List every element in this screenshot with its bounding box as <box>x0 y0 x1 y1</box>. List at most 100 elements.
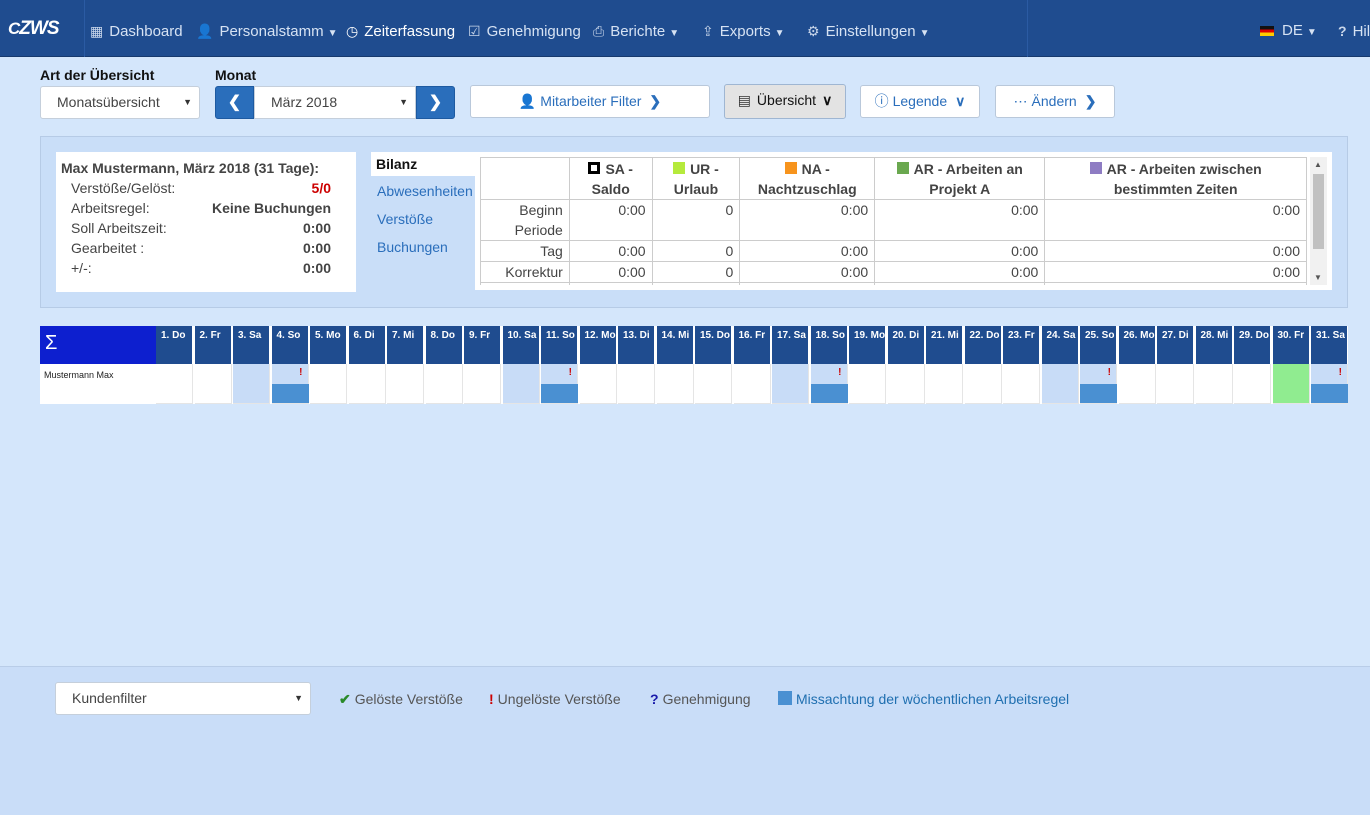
day-header[interactable]: 12. Mo <box>579 326 617 364</box>
day-cell[interactable] <box>1272 364 1310 404</box>
uebersicht-label: Übersicht <box>756 92 817 108</box>
bilanz-cell: 0:00 <box>874 240 1046 262</box>
sigma-header[interactable]: Σ <box>40 326 156 364</box>
day-header[interactable]: 6. Di <box>348 326 386 364</box>
checkmark-icon: ✔ <box>339 691 351 707</box>
day-cell[interactable] <box>348 364 386 404</box>
day-header[interactable]: 16. Fr <box>733 326 771 364</box>
nav-exports[interactable]: ⇪ Exports ▼ <box>702 0 785 57</box>
day-cell[interactable] <box>695 364 732 404</box>
day-header[interactable]: 15. Do <box>695 326 732 364</box>
day-header[interactable]: 7. Mi <box>387 326 424 364</box>
weekly-rule-violation-bar <box>541 384 578 403</box>
day-header[interactable]: 4. So <box>271 326 309 364</box>
day-header[interactable]: 9. Fr <box>464 326 501 364</box>
bilanz-cell: 0:00 <box>568 261 653 283</box>
day-cell[interactable] <box>887 364 925 404</box>
day-cell[interactable] <box>772 364 809 404</box>
day-header[interactable]: 22. Do <box>964 326 1002 364</box>
day-header[interactable]: 11. So <box>541 326 578 364</box>
day-header[interactable]: 25. So <box>1080 326 1117 364</box>
day-cell[interactable] <box>1234 364 1271 404</box>
day-header[interactable]: 28. Mi <box>1195 326 1233 364</box>
day-cell[interactable] <box>194 364 232 404</box>
day-cell[interactable] <box>849 364 886 404</box>
day-header[interactable]: 8. Do <box>425 326 463 364</box>
day-header[interactable]: 10. Sa <box>502 326 540 364</box>
nav-einstellungen[interactable]: ⚙ Einstellungen ▼ <box>807 0 930 57</box>
day-cell[interactable] <box>156 364 193 404</box>
prev-month-button[interactable]: ❮ <box>215 86 254 119</box>
uebersicht-button[interactable]: ▤ Übersicht ∨ <box>724 84 846 119</box>
day-header[interactable]: 20. Di <box>887 326 925 364</box>
day-header[interactable]: 31. Sa <box>1311 326 1348 364</box>
day-header[interactable]: 3. Sa <box>233 326 270 364</box>
brand-logo[interactable]: CZWS <box>8 18 60 40</box>
day-header[interactable]: 17. Sa <box>772 326 809 364</box>
day-cell[interactable] <box>926 364 963 404</box>
next-month-button[interactable]: ❯ <box>416 86 455 119</box>
art-select[interactable]: Monatsübersicht ▼ <box>40 86 200 119</box>
day-header[interactable]: 13. Di <box>618 326 655 364</box>
tab-verstoesse[interactable]: Verstöße <box>377 211 433 227</box>
language-selector[interactable]: DE ▼ <box>1260 0 1317 57</box>
user-icon: 👤 <box>518 93 537 109</box>
day-header[interactable]: 21. Mi <box>926 326 963 364</box>
day-cell[interactable] <box>964 364 1002 404</box>
day-header[interactable]: 5. Mo <box>310 326 347 364</box>
day-cell[interactable]: ! <box>541 364 578 404</box>
month-select[interactable]: März 2018 ▼ <box>254 86 416 119</box>
day-cell[interactable] <box>1118 364 1156 404</box>
tab-bilanz[interactable]: Bilanz <box>371 152 475 176</box>
nav-berichte[interactable]: ⎙ Berichte ▼ <box>593 0 679 57</box>
day-cell[interactable] <box>1003 364 1040 404</box>
day-cell[interactable] <box>310 364 347 404</box>
day-cell[interactable] <box>387 364 424 404</box>
tab-abwesenheiten[interactable]: Abwesenheiten <box>377 183 473 199</box>
day-cell[interactable] <box>579 364 617 404</box>
day-header[interactable]: 26. Mo <box>1118 326 1156 364</box>
nav-zeiterfassung[interactable]: ◷ Zeiterfassung <box>346 0 455 57</box>
tab-buchungen[interactable]: Buchungen <box>377 239 448 255</box>
day-header[interactable]: 14. Mi <box>656 326 694 364</box>
scroll-down-icon[interactable]: ▼ <box>1314 273 1322 282</box>
scroll-up-icon[interactable]: ▲ <box>1314 160 1322 169</box>
kundenfilter-select[interactable]: Kundenfilter ▼ <box>55 682 311 715</box>
mitarbeiter-filter-button[interactable]: 👤 Mitarbeiter Filter ❯ <box>470 85 710 118</box>
day-header[interactable]: 29. Do <box>1234 326 1271 364</box>
day-cell[interactable] <box>1195 364 1233 404</box>
day-cell[interactable] <box>233 364 270 404</box>
day-header[interactable]: 1. Do <box>156 326 193 364</box>
day-cell[interactable]: ! <box>271 364 309 404</box>
legende-button[interactable]: ⓘ Legende ∨ <box>860 85 980 118</box>
aendern-button[interactable]: ⋯ Ändern ❯ <box>995 85 1115 118</box>
day-cell[interactable]: ! <box>810 364 848 404</box>
day-cell[interactable] <box>656 364 694 404</box>
day-cell[interactable] <box>618 364 655 404</box>
day-header[interactable]: 24. Sa <box>1041 326 1079 364</box>
day-header[interactable]: 2. Fr <box>194 326 232 364</box>
employee-name[interactable]: Mustermann Max <box>44 370 114 380</box>
day-header[interactable]: 19. Mo <box>849 326 886 364</box>
bilanz-cell: 0 <box>651 261 741 283</box>
day-header[interactable]: 27. Di <box>1157 326 1194 364</box>
day-cell[interactable]: ! <box>1311 364 1348 404</box>
nav-help[interactable]: ? Hil <box>1338 0 1370 57</box>
day-cell[interactable]: ! <box>1080 364 1117 404</box>
nav-genehmigung[interactable]: ☑ Genehmigung <box>468 0 581 57</box>
day-cell[interactable] <box>733 364 771 404</box>
day-cell[interactable] <box>1157 364 1194 404</box>
nav-dashboard[interactable]: ▦ Dashboard <box>90 0 183 57</box>
summary-label: Soll Arbeitszeit: <box>71 220 167 236</box>
day-cell[interactable] <box>464 364 501 404</box>
nav-personalstamm[interactable]: 👤 Personalstamm ▼ <box>196 0 338 57</box>
day-cell[interactable] <box>502 364 540 404</box>
day-cell[interactable] <box>1041 364 1079 404</box>
caret-down-icon: ▼ <box>774 28 785 39</box>
day-header[interactable]: 18. So <box>810 326 848 364</box>
day-cell[interactable] <box>425 364 463 404</box>
scrollbar-thumb[interactable] <box>1313 174 1324 249</box>
day-header[interactable]: 23. Fr <box>1003 326 1040 364</box>
day-header[interactable]: 30. Fr <box>1272 326 1310 364</box>
bilanz-scrollbar[interactable]: ▲ ▼ <box>1310 157 1327 285</box>
